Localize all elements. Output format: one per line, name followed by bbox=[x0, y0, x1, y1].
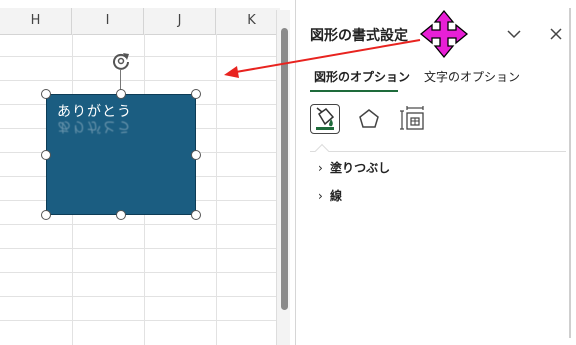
resize-handle-top-left[interactable] bbox=[41, 89, 51, 99]
resize-handle-left[interactable] bbox=[41, 150, 51, 160]
chevron-right-icon: › bbox=[318, 189, 323, 203]
section-line[interactable]: › 線 bbox=[318, 187, 342, 204]
resize-handle-bottom-right[interactable] bbox=[191, 210, 201, 220]
resize-handle-right[interactable] bbox=[191, 150, 201, 160]
effects-button[interactable] bbox=[354, 104, 384, 134]
column-header-j[interactable]: J bbox=[144, 8, 216, 34]
pane-title: 図形の書式設定 bbox=[310, 28, 408, 44]
section-divider bbox=[310, 151, 566, 152]
grid-line bbox=[0, 320, 280, 321]
grid-line bbox=[0, 272, 280, 273]
section-line-label: 線 bbox=[330, 189, 343, 203]
pentagon-icon bbox=[354, 109, 384, 138]
section-fill[interactable]: › 塗りつぶし bbox=[318, 159, 390, 176]
section-divider-notch bbox=[314, 143, 330, 159]
vertical-scrollbar-thumb[interactable] bbox=[281, 28, 288, 310]
rotate-icon[interactable] bbox=[110, 50, 132, 72]
grid-line bbox=[0, 248, 280, 249]
resize-handle-bottom[interactable] bbox=[116, 210, 126, 220]
pane-scrollbar[interactable] bbox=[569, 8, 571, 338]
worksheet[interactable]: H I J K ありがとう ありがとう bbox=[0, 0, 280, 345]
selected-shape[interactable]: ありがとう ありがとう bbox=[46, 94, 196, 215]
active-tab-indicator bbox=[310, 90, 398, 92]
column-header-h[interactable]: H bbox=[0, 8, 72, 34]
tab-text-options[interactable]: 文字のオプション bbox=[424, 68, 520, 85]
fill-line-button[interactable] bbox=[310, 104, 340, 134]
size-properties-button[interactable] bbox=[398, 104, 428, 134]
paint-bucket-icon bbox=[311, 107, 339, 137]
chevron-down-icon[interactable] bbox=[504, 24, 524, 44]
close-icon[interactable] bbox=[546, 24, 566, 44]
grid-line bbox=[0, 224, 280, 225]
section-fill-label: 塗りつぶし bbox=[330, 161, 391, 175]
column-header-row: H I J K bbox=[0, 8, 280, 35]
grid-line bbox=[0, 296, 280, 297]
resize-handle-top[interactable] bbox=[116, 89, 126, 99]
chevron-right-icon: › bbox=[318, 161, 323, 175]
grid-line bbox=[0, 80, 280, 81]
tab-shape-options[interactable]: 図形のオプション bbox=[314, 68, 410, 85]
column-header-i[interactable]: I bbox=[72, 8, 144, 34]
column-header-k[interactable]: K bbox=[216, 8, 280, 34]
resize-handle-bottom-left[interactable] bbox=[41, 210, 51, 220]
grid-line bbox=[0, 56, 280, 57]
resize-handle-top-right[interactable] bbox=[191, 89, 201, 99]
size-properties-icon bbox=[398, 106, 428, 138]
format-shape-pane: 図形の書式設定 図形のオプション 文字のオプション › 塗りつぶし › 線 bbox=[296, 0, 576, 345]
shape-text-reflection: ありがとう bbox=[57, 118, 132, 134]
